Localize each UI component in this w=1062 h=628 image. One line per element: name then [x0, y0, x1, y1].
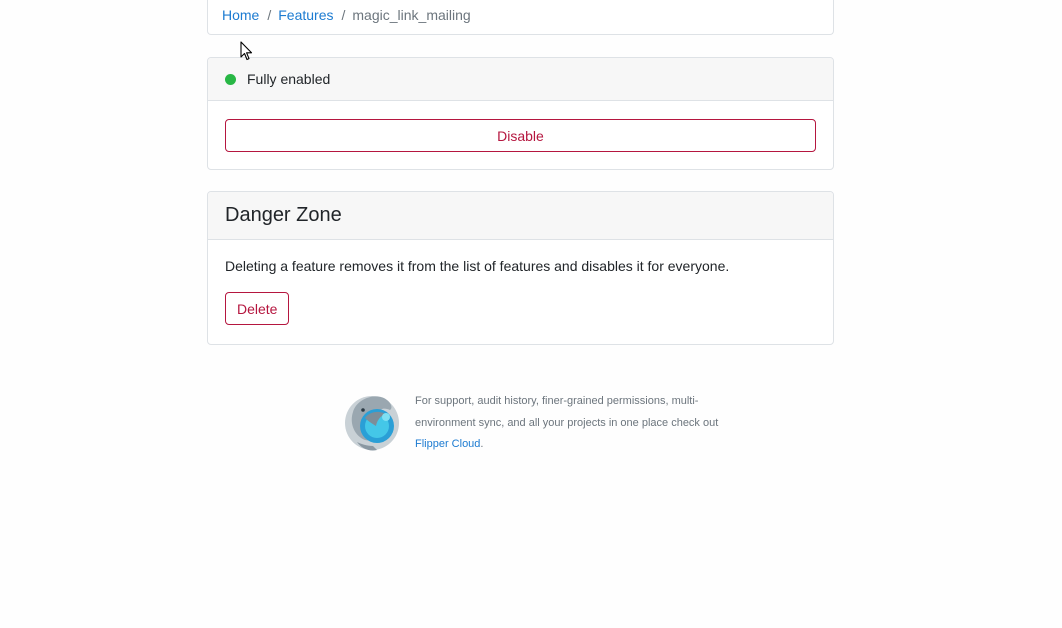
- breadcrumb-separator: /: [341, 7, 346, 23]
- breadcrumb-separator: /: [267, 7, 272, 23]
- breadcrumb-home-link[interactable]: Home: [222, 7, 259, 23]
- danger-zone-description: Deleting a feature removes it from the l…: [225, 258, 730, 274]
- breadcrumb-current: magic_link_mailing: [352, 7, 471, 23]
- status-header: Fully enabled: [208, 58, 833, 101]
- danger-zone-body: Deleting a feature removes it from the l…: [208, 240, 833, 343]
- main-container: Home / Features / magic_link_mailing Ful…: [207, 0, 834, 345]
- disable-button[interactable]: Disable: [225, 119, 816, 152]
- danger-zone-title: Danger Zone: [225, 204, 342, 226]
- promo-text: For support, audit history, finer-graine…: [415, 391, 723, 456]
- mouse-cursor-icon: [240, 41, 253, 61]
- breadcrumb-features-link[interactable]: Features: [278, 7, 333, 23]
- status-body: Disable: [208, 101, 833, 169]
- flipper-dolphin-logo-icon: [345, 396, 399, 451]
- danger-zone-card: Danger Zone Deleting a feature removes i…: [207, 191, 834, 345]
- delete-button[interactable]: Delete: [225, 292, 290, 325]
- promo-description: For support, audit history, finer-graine…: [415, 395, 719, 429]
- promo-suffix: .: [480, 438, 484, 450]
- flipper-cloud-promo: For support, audit history, finer-graine…: [343, 390, 723, 456]
- feature-status-card: Fully enabled Disable: [207, 57, 834, 170]
- flipper-cloud-link[interactable]: Flipper Cloud: [415, 438, 480, 450]
- status-indicator-icon: [225, 73, 236, 85]
- danger-zone-header: Danger Zone: [208, 192, 833, 240]
- status-label: Fully enabled: [247, 71, 331, 87]
- breadcrumb: Home / Features / magic_link_mailing: [207, 0, 834, 35]
